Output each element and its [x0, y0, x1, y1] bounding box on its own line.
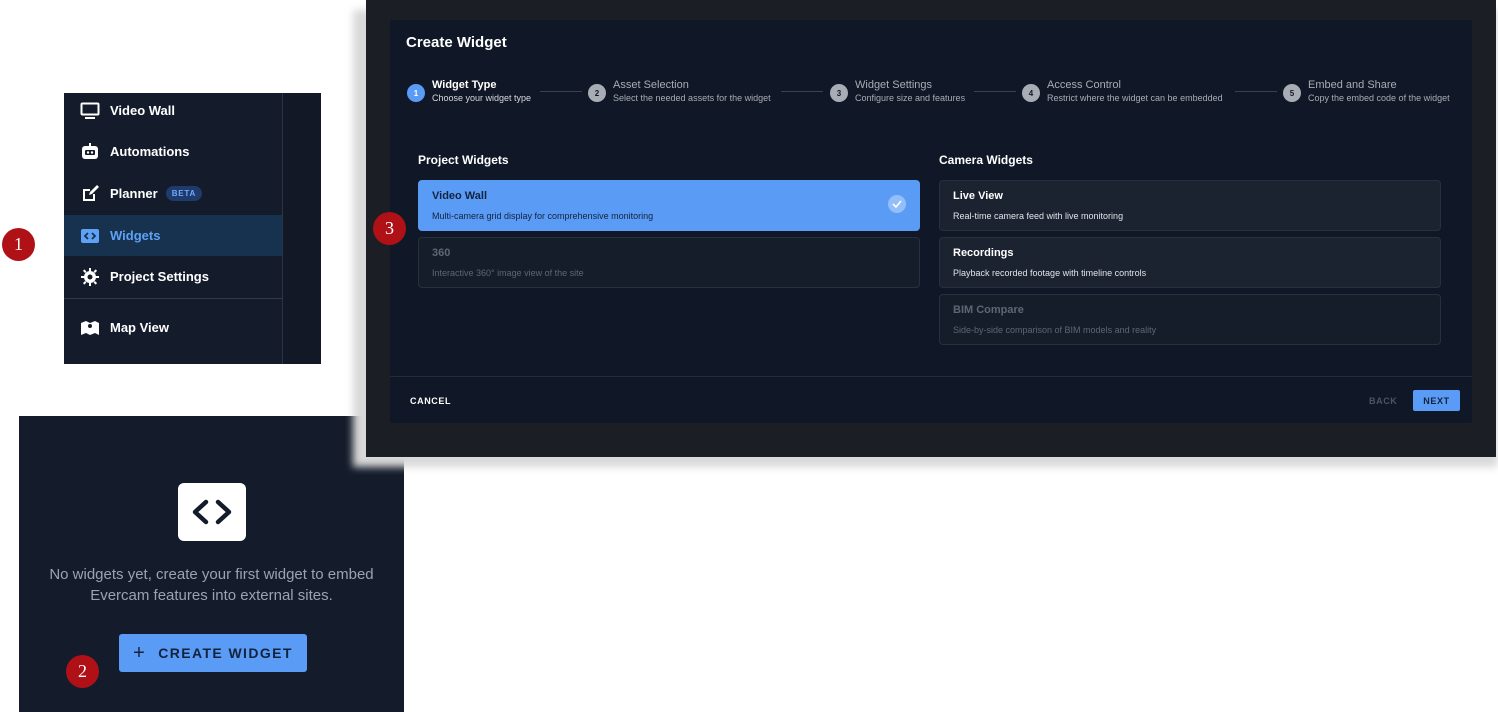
card-title: Recordings: [953, 247, 1014, 259]
code-icon: [178, 483, 246, 541]
sidebar-item-label: Project Settings: [110, 269, 209, 284]
card-title: Video Wall: [432, 190, 488, 202]
edit-icon: [80, 184, 100, 204]
camera-widgets-heading: Camera Widgets: [939, 153, 1033, 167]
sidebar-panel: Video Wall Automations Planner BETA Widg…: [64, 93, 321, 364]
card-description: Real-time camera feed with live monitori…: [953, 211, 1124, 221]
card-description: Interactive 360° image view of the site: [432, 268, 584, 278]
dialog-title: Create Widget: [406, 34, 507, 51]
project-widgets-heading: Project Widgets: [418, 153, 509, 167]
sidebar-edge: [283, 93, 321, 364]
card-title: BIM Compare: [953, 304, 1024, 316]
step-title: Asset Selection: [613, 79, 689, 91]
sidebar-item-map-view[interactable]: Map View: [64, 307, 282, 348]
sidebar-item-widgets[interactable]: Widgets: [64, 215, 282, 256]
create-widget-button[interactable]: + CREATE WIDGET: [119, 634, 307, 672]
sidebar-item-automations[interactable]: Automations: [64, 131, 282, 172]
step-number: 4: [1022, 84, 1040, 102]
sidebar-item-label: Map View: [110, 320, 170, 335]
card-description: Playback recorded footage with timeline …: [953, 268, 1147, 278]
step-subtitle: Select the needed assets for the widget: [613, 93, 771, 103]
step-title: Access Control: [1047, 79, 1121, 91]
widget-card-live-view[interactable]: Live View Real-time camera feed with liv…: [939, 180, 1441, 231]
back-button[interactable]: BACK: [1369, 396, 1397, 406]
widget-card-360: 360 Interactive 360° image view of the s…: [418, 237, 920, 288]
step-number: 5: [1283, 84, 1301, 102]
sidebar-item-label: Planner: [110, 186, 158, 201]
step-widget-settings[interactable]: 3 Widget Settings Configure size and fea…: [830, 79, 965, 105]
step-title: Widget Settings: [855, 79, 933, 91]
step-marker-2: 2: [66, 655, 99, 688]
sidebar-item-label: Video Wall: [110, 103, 176, 118]
step-title: Widget Type: [432, 79, 497, 91]
gear-icon: [80, 267, 100, 287]
step-asset-selection[interactable]: 2 Asset Selection Select the needed asse…: [588, 79, 771, 105]
sidebar-item-label: Widgets: [110, 228, 161, 243]
automation-icon: [80, 142, 100, 162]
card-description: Multi-camera grid display for comprehens…: [432, 211, 654, 221]
check-icon: [888, 195, 906, 213]
step-marker-3: 3: [373, 212, 406, 245]
step-subtitle: Copy the embed code of the widget: [1308, 93, 1450, 103]
step-connector: [974, 91, 1016, 92]
dialog-footer-divider: [390, 376, 1472, 377]
sidebar-item-project-settings[interactable]: Project Settings: [64, 256, 282, 297]
step-marker-1: 1: [2, 228, 35, 261]
plus-icon: +: [133, 641, 147, 664]
card-description: Side-by-side comparison of BIM models an…: [953, 325, 1157, 335]
create-widget-dialog: Create Widget 1 Widget Type Choose your …: [390, 20, 1472, 423]
step-number: 2: [588, 84, 606, 102]
step-connector: [781, 91, 823, 92]
sidebar-separator: [64, 298, 282, 299]
map-icon: [80, 318, 100, 338]
sidebar-item-label: Automations: [110, 144, 190, 159]
step-widget-type[interactable]: 1 Widget Type Choose your widget type: [407, 79, 531, 105]
step-subtitle: Restrict where the widget can be embedde…: [1047, 93, 1223, 103]
sidebar-divider: [282, 93, 283, 364]
code-icon: [80, 226, 100, 246]
step-connector: [540, 91, 582, 92]
card-title: 360: [432, 247, 451, 259]
monitor-icon: [80, 101, 100, 121]
beta-badge: BETA: [165, 186, 203, 201]
step-number: 3: [830, 84, 848, 102]
widget-card-bim-compare: BIM Compare Side-by-side comparison of B…: [939, 294, 1441, 345]
step-number: 1: [407, 84, 425, 102]
step-subtitle: Configure size and features: [855, 93, 966, 103]
create-widget-label: CREATE WIDGET: [158, 645, 293, 661]
cancel-button[interactable]: CANCEL: [410, 396, 451, 406]
step-connector: [1235, 91, 1277, 92]
step-title: Embed and Share: [1308, 79, 1397, 91]
next-button[interactable]: NEXT: [1413, 390, 1460, 411]
sidebar-item-video-wall[interactable]: Video Wall: [64, 93, 282, 131]
sidebar-item-planner[interactable]: Planner BETA: [64, 173, 282, 214]
step-embed-and-share[interactable]: 5 Embed and Share Copy the embed code of…: [1283, 79, 1450, 105]
empty-state-message: No widgets yet, create your first widget…: [49, 566, 374, 604]
widget-card-video-wall[interactable]: Video Wall Multi-camera grid display for…: [418, 180, 920, 231]
card-title: Live View: [953, 190, 1003, 202]
step-access-control[interactable]: 4 Access Control Restrict where the widg…: [1022, 79, 1223, 105]
widget-card-recordings[interactable]: Recordings Playback recorded footage wit…: [939, 237, 1441, 288]
step-subtitle: Choose your widget type: [432, 93, 532, 103]
